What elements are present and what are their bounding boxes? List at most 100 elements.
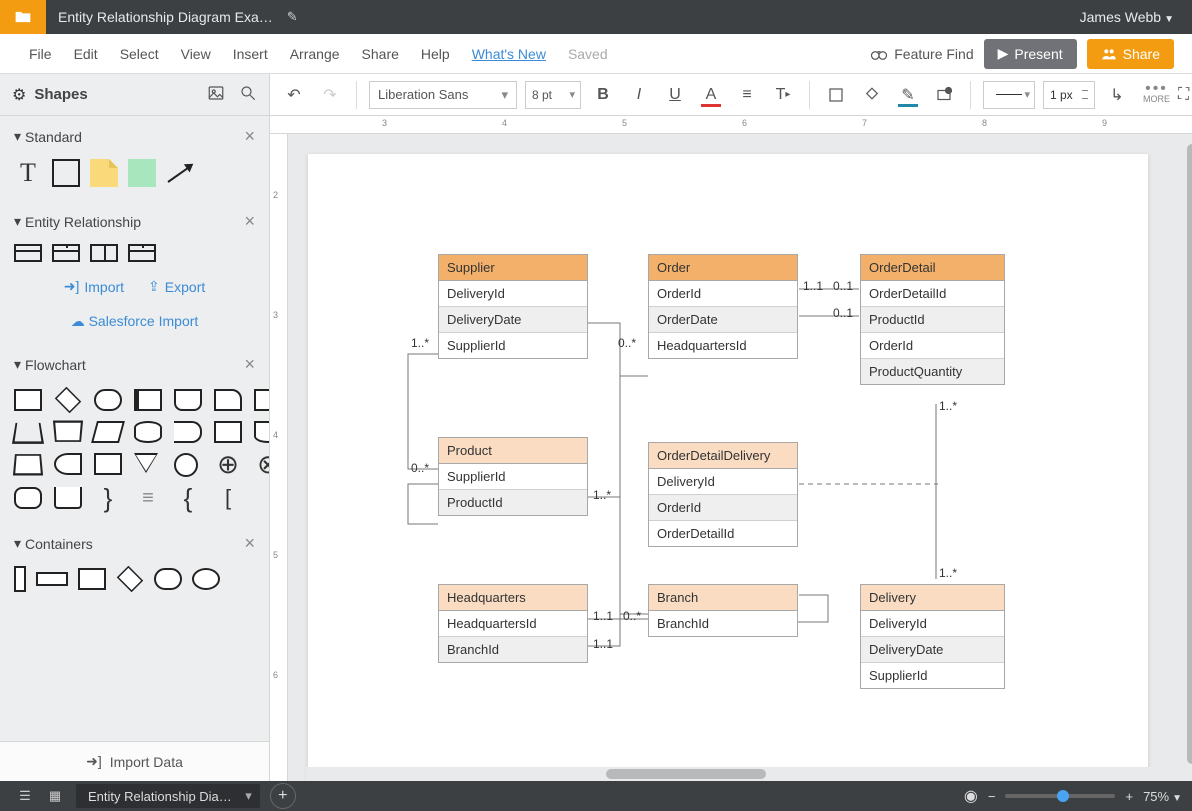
feature-find[interactable]: Feature Find xyxy=(870,45,973,63)
gear-icon[interactable]: ⚙ xyxy=(12,85,26,105)
folder-icon[interactable] xyxy=(0,0,46,34)
line-arrow-button[interactable]: ↳ xyxy=(1103,81,1131,109)
shape-fill-button[interactable] xyxy=(822,81,850,109)
document-title[interactable]: Entity Relationship Diagram Exa… xyxy=(46,9,285,25)
shape-process[interactable] xyxy=(14,389,42,411)
entity-order-detail-delivery[interactable]: OrderDetailDelivery DeliveryId OrderId O… xyxy=(648,442,798,547)
grid-view-icon[interactable]: ▦ xyxy=(40,781,70,811)
shape-block[interactable] xyxy=(128,159,156,187)
shape-database[interactable] xyxy=(134,421,162,443)
italic-button[interactable]: I xyxy=(625,81,653,109)
horizontal-scrollbar[interactable] xyxy=(306,767,1192,781)
text-color-button[interactable]: A xyxy=(697,81,725,109)
close-icon[interactable]: × xyxy=(244,533,255,554)
shape-rectangle[interactable] xyxy=(52,159,80,187)
entity-order-detail[interactable]: OrderDetail OrderDetailId ProductId Orde… xyxy=(860,254,1005,385)
shape-terminator[interactable] xyxy=(94,389,122,411)
menu-help[interactable]: Help xyxy=(410,46,461,62)
entity-product[interactable]: Product SupplierId ProductId xyxy=(438,437,588,516)
shape-bracket[interactable] xyxy=(214,487,242,509)
menu-file[interactable]: File xyxy=(18,46,63,62)
entity-order[interactable]: Order OrderId OrderDate HeadquartersId xyxy=(648,254,798,359)
import-link[interactable]: ➜] Import xyxy=(64,278,124,295)
menu-view[interactable]: View xyxy=(170,46,222,62)
line-width-select[interactable]: 1 px xyxy=(1043,81,1095,109)
shape-er-4[interactable] xyxy=(128,244,156,262)
shape-container-4[interactable] xyxy=(117,566,144,593)
shape-brace-right[interactable] xyxy=(94,487,122,509)
shape-rounded[interactable] xyxy=(14,487,42,509)
image-icon[interactable] xyxy=(207,84,225,105)
panel-standard[interactable]: ▾ Standard× xyxy=(0,116,269,157)
shape-connector[interactable] xyxy=(174,453,198,477)
undo-button[interactable]: ↶ xyxy=(280,81,308,109)
shape-predefined[interactable] xyxy=(134,389,162,411)
edit-title-icon[interactable]: ✎ xyxy=(287,9,298,25)
menu-edit[interactable]: Edit xyxy=(63,46,109,62)
panel-containers[interactable]: ▾ Containers× xyxy=(0,523,269,564)
menu-arrange[interactable]: Arrange xyxy=(279,46,351,62)
line-style-select[interactable] xyxy=(983,81,1035,109)
menu-share[interactable]: Share xyxy=(351,46,410,62)
menu-whats-new[interactable]: What's New xyxy=(461,46,557,62)
zoom-in-button[interactable]: + xyxy=(1125,789,1133,804)
export-link[interactable]: ⇪ Export xyxy=(148,278,205,295)
user-menu[interactable]: James Webb▼ xyxy=(1062,9,1192,25)
shape-card[interactable] xyxy=(214,389,242,411)
entity-headquarters[interactable]: Headquarters HeadquartersId BranchId xyxy=(438,584,588,663)
menu-insert[interactable]: Insert xyxy=(222,46,279,62)
text-options-button[interactable]: T▸ xyxy=(769,81,797,109)
shape-stored[interactable] xyxy=(54,453,82,475)
autosync-icon[interactable]: ◉ xyxy=(964,786,978,806)
bold-button[interactable]: B xyxy=(589,81,617,109)
search-icon[interactable] xyxy=(239,84,257,105)
shape-container-3[interactable] xyxy=(78,568,106,590)
shape-lines[interactable] xyxy=(134,487,162,509)
vertical-scrollbar[interactable] xyxy=(1185,134,1192,767)
fill-color-button[interactable] xyxy=(858,81,886,109)
border-color-button[interactable]: ✎ xyxy=(894,81,922,109)
shape-display[interactable] xyxy=(174,389,202,411)
shape-er-3[interactable] xyxy=(90,244,118,262)
more-button[interactable]: •••MORE xyxy=(1143,85,1170,104)
shape-er-2[interactable] xyxy=(52,244,80,262)
shape-offpage[interactable] xyxy=(54,487,82,509)
entity-branch[interactable]: Branch BranchId xyxy=(648,584,798,637)
page-tab[interactable]: Entity Relationship Dia… xyxy=(76,784,260,808)
shape-data[interactable] xyxy=(91,421,125,443)
shape-er-1[interactable] xyxy=(14,244,42,262)
shape-decision[interactable] xyxy=(55,387,82,414)
close-icon[interactable]: × xyxy=(244,211,255,232)
zoom-out-button[interactable]: − xyxy=(988,789,996,804)
panel-flowchart[interactable]: ▾ Flowchart× xyxy=(0,344,269,385)
shape-manual-input[interactable] xyxy=(13,454,43,475)
shape-trapezoid[interactable] xyxy=(53,421,83,442)
menu-select[interactable]: Select xyxy=(109,46,170,62)
shape-document[interactable] xyxy=(254,421,269,443)
shape-rect3[interactable] xyxy=(94,453,122,475)
zoom-slider[interactable] xyxy=(1005,794,1115,798)
shape-manual[interactable] xyxy=(12,423,44,444)
font-select[interactable]: Liberation Sans xyxy=(369,81,517,109)
close-icon[interactable]: × xyxy=(244,126,255,147)
outline-view-icon[interactable]: ☰ xyxy=(10,781,40,811)
import-data-button[interactable]: ➜] Import Data xyxy=(0,741,269,781)
shape-arrow[interactable] xyxy=(166,159,194,187)
align-button[interactable]: ≡ xyxy=(733,81,761,109)
underline-button[interactable]: U xyxy=(661,81,689,109)
shape-rect[interactable] xyxy=(254,389,269,411)
canvas[interactable]: Supplier DeliveryId DeliveryDate Supplie… xyxy=(288,134,1192,781)
shape-or[interactable] xyxy=(254,453,269,475)
salesforce-import-link[interactable]: ☁ Salesforce Import xyxy=(14,313,255,330)
shape-brace-left[interactable] xyxy=(174,487,202,509)
page[interactable]: Supplier DeliveryId DeliveryDate Supplie… xyxy=(308,154,1148,781)
shape-rect2[interactable] xyxy=(214,421,242,443)
add-page-button[interactable]: + xyxy=(270,783,296,809)
shape-note[interactable] xyxy=(90,159,118,187)
shape-container-6[interactable] xyxy=(192,568,220,590)
fullscreen-button[interactable]: ⛶ xyxy=(1178,86,1189,104)
shape-container-2[interactable] xyxy=(36,572,68,586)
redo-button[interactable]: ↷ xyxy=(316,81,344,109)
shape-delay[interactable] xyxy=(174,421,202,443)
shape-text[interactable]: T xyxy=(14,159,42,187)
